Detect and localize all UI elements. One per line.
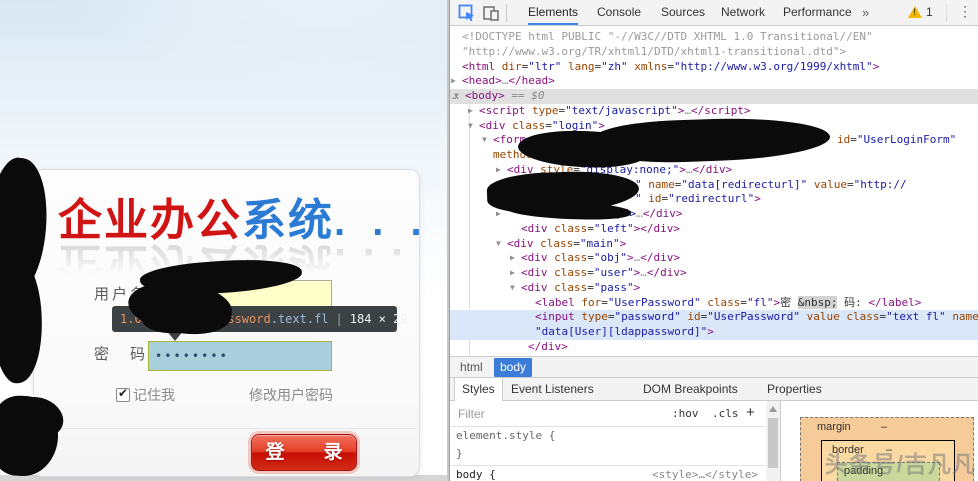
expand-arrow-icon[interactable]: ▶ (468, 104, 479, 119)
breadcrumb-item-html[interactable]: html (454, 357, 489, 378)
tab-elements[interactable]: Elements (528, 0, 579, 25)
remember-checkbox[interactable]: ✔ (116, 386, 130, 402)
cls-toggle-button[interactable]: .cls (712, 407, 739, 420)
toolbar-separator (946, 4, 947, 22)
remember-label: 记住我 (133, 387, 175, 403)
collapse-arrow-icon[interactable]: ▼ (510, 281, 521, 296)
scrollbar-thumb[interactable] (768, 418, 778, 468)
breadcrumb: html body (450, 356, 978, 377)
tab-dom-breakpoints[interactable]: DOM Breakpoints (636, 378, 745, 401)
expand-arrow-icon[interactable]: ▶ (496, 163, 507, 178)
body-rule-selector[interactable]: body { (456, 468, 496, 481)
margin-label: margin (817, 421, 851, 433)
style-source-link[interactable]: <style>…</style> (652, 466, 758, 481)
collapse-arrow-icon[interactable]: ▼ (482, 133, 493, 148)
expand-arrow-icon[interactable]: ▶ (510, 266, 521, 281)
more-tabs-chevron-icon[interactable]: » (862, 0, 869, 25)
tooltip-selector-classes: .text.fl (270, 312, 329, 326)
device-toolbar-icon[interactable] (482, 4, 500, 22)
kebab-menu-icon[interactable]: ⋮ (958, 3, 972, 20)
tab-properties[interactable]: Properties (760, 378, 829, 401)
devtools-toolbar: Elements Console Sources Network Perform… (450, 0, 978, 26)
styles-tabbar: Styles Event Listeners DOM Breakpoints P… (450, 377, 978, 402)
warning-badge[interactable]: 1 (908, 5, 933, 19)
tab-sources[interactable]: Sources (661, 0, 705, 25)
element-style-close: } (456, 447, 463, 460)
hidden-nodes-ellipsis[interactable]: … (452, 89, 459, 104)
warning-icon (908, 6, 922, 18)
code-line[interactable]: <html dir="ltr" lang="zh" xmlns="http://… (450, 60, 978, 75)
hov-toggle-button[interactable]: :hov (672, 407, 699, 420)
tab-performance[interactable]: Performance (783, 0, 852, 25)
code-line[interactable]: ▶ <script type="text/javascript">…</scrip… (450, 104, 978, 119)
expand-arrow-icon[interactable]: ▶ (451, 74, 462, 89)
code-line[interactable]: ▼ <div class="main"> (450, 237, 978, 252)
code-line[interactable]: … ▼ <body> == $0 (450, 89, 978, 104)
collapse-arrow-icon[interactable]: ▼ (496, 237, 507, 252)
scroll-up-arrow-icon[interactable] (769, 406, 777, 412)
code-line[interactable]: </div> (450, 340, 978, 355)
devtools-panel: Elements Console Sources Network Perform… (450, 0, 978, 481)
tab-styles[interactable]: Styles (454, 378, 503, 402)
style-rules: element.style { } body { <style>…</style> (450, 427, 766, 481)
code-line[interactable]: "http://www.w3.org/TR/xhtml1/DTD/xhtml1-… (450, 45, 978, 60)
watermark: 头条号/吉凡凡 (824, 451, 976, 477)
breadcrumb-item-body[interactable]: body (494, 358, 533, 377)
code-line[interactable]: ▼ <div class="pass"> (450, 281, 978, 296)
background-gradient-band (0, 0, 448, 120)
checkmark-icon: ✔ (118, 386, 129, 400)
code-line[interactable]: <!DOCTYPE html PUBLIC "-//W3C//DTD XHTML… (450, 30, 978, 45)
expand-arrow-icon[interactable]: ▶ (510, 251, 521, 266)
change-password-link[interactable]: 修改用户密码 (249, 385, 333, 405)
login-button[interactable]: 登 录 (251, 434, 357, 471)
browser-page: 企业办公系统. . . 企业办公系统. . . 用户名 密 码 : ••••••… (0, 0, 448, 481)
toolbar-separator (506, 4, 507, 22)
code-line[interactable]: ▶ <div class="user">…</div> (450, 266, 978, 281)
tooltip-separator: | (335, 312, 343, 326)
remember-me-row: ✔ 记住我 (116, 385, 175, 405)
code-line[interactable]: <input type="password" id="UserPassword"… (450, 310, 978, 325)
tab-network[interactable]: Network (721, 0, 765, 25)
code-line[interactable]: ▶ <div class="obj">…</div> (450, 251, 978, 266)
warning-count: 1 (926, 5, 933, 19)
new-style-rule-button[interactable]: + (746, 404, 755, 421)
inspect-element-icon[interactable] (458, 4, 476, 22)
tab-console[interactable]: Console (597, 0, 641, 25)
tab-event-listeners[interactable]: Event Listeners (504, 378, 601, 401)
form-divider (56, 428, 416, 429)
screenshot-stage: 企业办公系统. . . 企业办公系统. . . 用户名 密 码 : ••••••… (0, 0, 978, 481)
password-input[interactable]: •••••••• (148, 341, 332, 371)
styles-pane: Filter :hov .cls + element.style { } bod… (450, 401, 766, 481)
margin-value: – (881, 421, 888, 433)
styles-scrollbar[interactable] (766, 401, 780, 481)
code-line[interactable]: ▶ <head>…</head> (450, 74, 978, 89)
collapse-arrow-icon[interactable]: ▼ (468, 119, 479, 134)
code-line[interactable]: "data[User][ldappassword]"> (450, 325, 978, 340)
tooltip-dimensions: 184 × 29 (349, 312, 408, 326)
code-line[interactable]: <label for="UserPassword" class="fl">密 &… (450, 295, 978, 311)
filter-input[interactable]: Filter (458, 407, 485, 421)
styles-filter-row: Filter :hov .cls + (450, 401, 766, 427)
code-line[interactable]: <div class="left"></div> (450, 222, 978, 237)
element-style-rule[interactable]: element.style { (450, 427, 766, 445)
